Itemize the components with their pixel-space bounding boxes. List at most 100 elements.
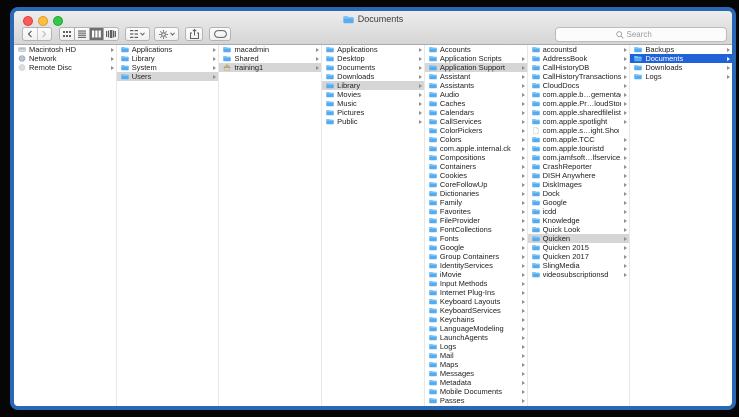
list-item[interactable]: Audio — [425, 90, 527, 99]
list-item[interactable]: com.apple.sharedfilelist — [528, 108, 630, 117]
list-item[interactable]: LanguageModeling — [425, 324, 527, 333]
list-item[interactable]: Desktop — [322, 54, 424, 63]
list-item[interactable]: Quick Look — [528, 225, 630, 234]
list-item[interactable]: Mail — [425, 351, 527, 360]
list-item[interactable]: Shared — [219, 54, 321, 63]
list-item[interactable]: Assistant — [425, 72, 527, 81]
list-item[interactable]: Colors — [425, 135, 527, 144]
list-item[interactable]: accountsd — [528, 45, 630, 54]
list-item[interactable]: training1 — [219, 63, 321, 72]
list-item[interactable]: Group Containers — [425, 252, 527, 261]
list-item[interactable]: Knowledge — [528, 216, 630, 225]
list-item[interactable]: com.apple.internal.ck — [425, 144, 527, 153]
list-item[interactable]: Metadata — [425, 378, 527, 387]
arrange-button[interactable] — [125, 27, 150, 41]
tags-button[interactable] — [209, 27, 231, 41]
list-item[interactable]: iMovie — [425, 270, 527, 279]
list-item[interactable]: FontCollections — [425, 225, 527, 234]
list-item[interactable]: Dock — [528, 189, 630, 198]
list-item[interactable]: Compositions — [425, 153, 527, 162]
back-button[interactable] — [23, 28, 38, 40]
list-item[interactable]: Maps — [425, 360, 527, 369]
list-item[interactable]: Internet Plug-Ins — [425, 288, 527, 297]
list-item[interactable]: Dictionaries — [425, 189, 527, 198]
column-view-button[interactable] — [89, 28, 104, 40]
list-item[interactable]: Applications — [322, 45, 424, 54]
list-item[interactable]: com.apple.touristd — [528, 144, 630, 153]
list-item[interactable]: macadmin — [219, 45, 321, 54]
list-item[interactable]: com.apple.Pr…loudStorage — [528, 99, 630, 108]
list-item[interactable]: Calendars — [425, 108, 527, 117]
list-item[interactable]: videosubscriptionsd — [528, 270, 630, 279]
list-item[interactable]: com.jamfsoft…lfservice.mac — [528, 153, 630, 162]
list-item[interactable]: KeyboardServices — [425, 306, 527, 315]
list-item[interactable]: Application Support — [425, 63, 527, 72]
list-item[interactable]: Documents — [630, 54, 732, 63]
list-item[interactable]: Application Scripts — [425, 54, 527, 63]
list-item[interactable]: Keyboard Layouts — [425, 297, 527, 306]
list-item[interactable]: Downloads — [322, 72, 424, 81]
list-item[interactable]: Library — [322, 81, 424, 90]
list-item[interactable]: Input Methods — [425, 279, 527, 288]
list-item[interactable]: Accounts — [425, 45, 527, 54]
list-item[interactable]: Quicken 2015 — [528, 243, 630, 252]
list-item[interactable]: CoreFollowUp — [425, 180, 527, 189]
icon-view-button[interactable] — [60, 28, 74, 40]
list-item[interactable]: Public — [322, 117, 424, 126]
list-item[interactable]: Backups — [630, 45, 732, 54]
list-item[interactable]: Applications — [117, 45, 219, 54]
list-item[interactable]: CloudDocs — [528, 81, 630, 90]
list-item[interactable]: Music — [322, 99, 424, 108]
list-item[interactable]: AddressBook — [528, 54, 630, 63]
list-item[interactable]: Passes — [425, 396, 527, 405]
list-item[interactable]: Cookies — [425, 171, 527, 180]
list-item[interactable]: DiskImages — [528, 180, 630, 189]
list-item[interactable]: Downloads — [630, 63, 732, 72]
list-item[interactable]: Keychains — [425, 315, 527, 324]
search-field[interactable] — [555, 27, 727, 42]
list-item[interactable]: LaunchAgents — [425, 333, 527, 342]
search-input[interactable] — [627, 30, 667, 39]
list-item[interactable]: Macintosh HD — [14, 45, 116, 54]
list-item[interactable]: ColorPickers — [425, 126, 527, 135]
list-item[interactable]: Personas — [425, 405, 527, 406]
list-item[interactable]: IdentityServices — [425, 261, 527, 270]
list-item[interactable]: Fonts — [425, 234, 527, 243]
forward-button[interactable] — [38, 28, 52, 40]
list-item[interactable]: Assistants — [425, 81, 527, 90]
action-menu-button[interactable] — [154, 27, 179, 41]
list-item[interactable]: CallServices — [425, 117, 527, 126]
list-item[interactable]: Documents — [322, 63, 424, 72]
list-item[interactable]: CallHistoryTransactions — [528, 72, 630, 81]
list-item[interactable]: DISH Anywhere — [528, 171, 630, 180]
list-item[interactable]: Quicken — [528, 234, 630, 243]
list-item[interactable]: CallHistoryDB — [528, 63, 630, 72]
list-item[interactable]: Caches — [425, 99, 527, 108]
list-item[interactable]: Movies — [322, 90, 424, 99]
list-item[interactable]: Remote Disc — [14, 63, 116, 72]
list-item[interactable]: Google — [425, 243, 527, 252]
list-item[interactable]: Logs — [630, 72, 732, 81]
list-item[interactable]: Pictures — [322, 108, 424, 117]
list-item[interactable]: Network — [14, 54, 116, 63]
list-item[interactable]: Users — [117, 72, 219, 81]
list-item[interactable]: com.apple.b…gementagent — [528, 90, 630, 99]
list-item[interactable]: com.apple.TCC — [528, 135, 630, 144]
coverflow-view-button[interactable] — [103, 28, 118, 40]
list-item[interactable]: Messages — [425, 369, 527, 378]
list-item[interactable]: Family — [425, 198, 527, 207]
list-item[interactable]: System — [117, 63, 219, 72]
share-button[interactable] — [185, 27, 203, 41]
list-item[interactable]: Google — [528, 198, 630, 207]
list-item[interactable]: SlingMedia — [528, 261, 630, 270]
list-item[interactable]: FileProvider — [425, 216, 527, 225]
list-item[interactable]: Mobile Documents — [425, 387, 527, 396]
list-item[interactable]: CrashReporter — [528, 162, 630, 171]
list-item[interactable]: icdd — [528, 207, 630, 216]
list-item[interactable]: Favorites — [425, 207, 527, 216]
list-item[interactable]: com.apple.spotlight — [528, 117, 630, 126]
list-item[interactable]: com.apple.s…ight.Shortcuts — [528, 126, 630, 135]
list-item[interactable]: Quicken 2017 — [528, 252, 630, 261]
list-view-button[interactable] — [74, 28, 89, 40]
list-item[interactable]: Containers — [425, 162, 527, 171]
